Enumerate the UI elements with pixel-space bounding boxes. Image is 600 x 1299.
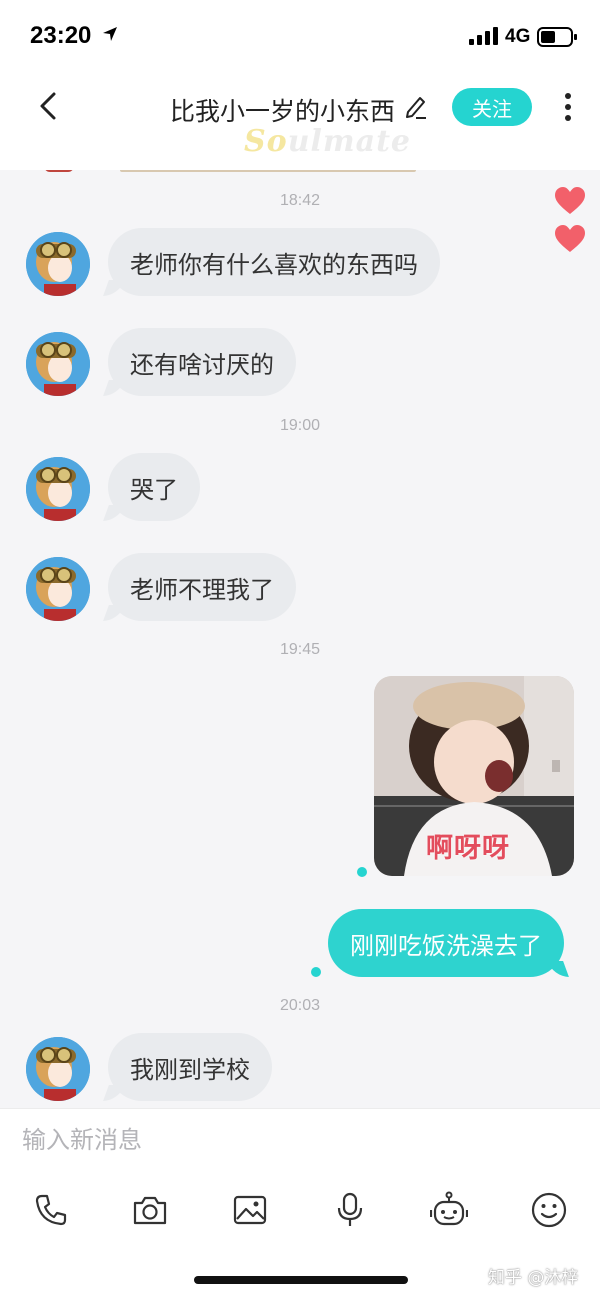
camera-button[interactable] <box>131 1191 169 1229</box>
camera-icon <box>133 1196 167 1225</box>
location-arrow-icon <box>103 27 117 41</box>
message-bubble-incoming[interactable]: 老师你有什么喜欢的东西吗 <box>108 228 440 296</box>
chat-title: 比我小一岁的小东西 <box>170 97 396 126</box>
sent-status-dot <box>357 867 367 877</box>
back-button[interactable] <box>30 86 66 126</box>
chat-header: 比我小一岁的小东西 关注 Soulmate <box>0 72 600 170</box>
timestamp: 20:03 <box>279 997 321 1014</box>
follow-button[interactable]: 关注 <box>452 88 532 126</box>
sent-status-dot <box>311 967 321 977</box>
logo-so: So <box>244 124 288 159</box>
avatar-image <box>26 557 90 621</box>
message-input[interactable] <box>22 1123 562 1157</box>
heart-icon[interactable] <box>554 224 586 254</box>
image-icon <box>233 1195 267 1225</box>
avatar[interactable] <box>26 557 90 621</box>
network-type: 4G <box>505 26 531 47</box>
message-text: 老师不理我了 <box>130 575 274 604</box>
watermark: 知乎 @沐梓 <box>488 1268 579 1288</box>
message-text: 刚刚吃饭洗澡去了 <box>350 931 542 960</box>
message-text: 我刚到学校 <box>130 1055 250 1084</box>
message-text: 老师你有什么喜欢的东西吗 <box>130 250 418 279</box>
phone-icon <box>35 1194 67 1226</box>
battery-icon <box>537 27 577 47</box>
avatar-image <box>26 332 90 396</box>
voice-button[interactable] <box>331 1191 369 1229</box>
avatar-image <box>26 1037 90 1101</box>
sticker-caption: 啊呀呀 <box>426 833 510 864</box>
logo-rest: ulmate <box>287 124 412 159</box>
message-text: 还有啥讨厌的 <box>130 350 274 379</box>
image-button[interactable] <box>231 1191 269 1229</box>
message-bubble-incoming[interactable]: 还有啥讨厌的 <box>108 328 296 396</box>
partial-message <box>120 170 416 172</box>
phone-button[interactable] <box>32 1191 70 1229</box>
timestamp: 18:42 <box>279 192 321 209</box>
message-bubble-incoming[interactable]: 我刚到学校 <box>108 1033 272 1101</box>
avatar[interactable] <box>26 232 90 296</box>
microphone-icon <box>337 1192 363 1226</box>
status-bar: 23:20 4G <box>0 0 600 72</box>
message-bubble-outgoing[interactable]: 刚刚吃饭洗澡去了 <box>328 909 564 977</box>
back-arrow-icon <box>40 92 56 120</box>
cellular-signal-icon <box>469 27 498 45</box>
timestamp: 19:45 <box>279 641 321 658</box>
edit-pencil-icon[interactable] <box>404 94 428 120</box>
emoji-button[interactable] <box>530 1191 568 1229</box>
more-options-icon[interactable] <box>558 92 578 122</box>
avatar[interactable] <box>26 457 90 521</box>
chat-area[interactable]: 18:42 老师你有什么喜欢的东西吗 还有啥讨厌的 19:00 哭了 老师不理我… <box>0 170 600 1108</box>
robot-button[interactable] <box>430 1191 468 1229</box>
message-bubble-incoming[interactable]: 老师不理我了 <box>108 553 296 621</box>
home-indicator[interactable] <box>194 1276 408 1284</box>
sticker-image[interactable]: 啊呀呀 <box>374 676 574 876</box>
avatar-image <box>26 457 90 521</box>
message-bubble-incoming[interactable]: 哭了 <box>108 453 200 521</box>
message-text: 哭了 <box>130 475 178 504</box>
timestamp: 19:00 <box>279 417 321 434</box>
soulmate-logo: Soulmate <box>244 124 411 159</box>
status-time: 23:20 <box>30 22 92 49</box>
avatar[interactable] <box>26 332 90 396</box>
smiley-icon <box>531 1192 567 1228</box>
avatar[interactable] <box>26 1037 90 1101</box>
avatar-image <box>26 232 90 296</box>
partial-avatar <box>44 170 74 172</box>
robot-icon <box>430 1191 468 1226</box>
